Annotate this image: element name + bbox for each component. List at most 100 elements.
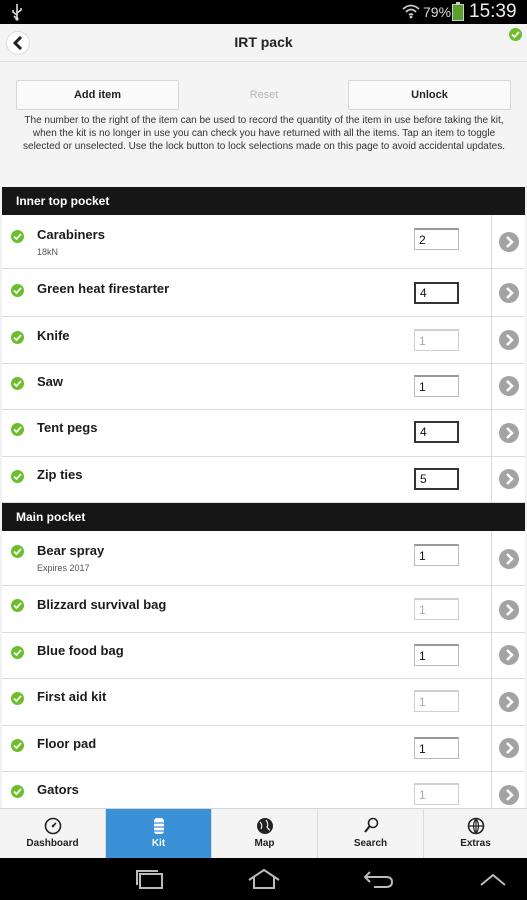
check-icon (11, 377, 24, 390)
check-icon (11, 284, 24, 297)
item-name: Tent pegs (37, 420, 98, 435)
quantity-input[interactable] (414, 375, 459, 397)
list-item[interactable]: Green heat firestarter (2, 269, 525, 317)
recent-apps-icon[interactable] (134, 868, 166, 890)
tab-label: Dashboard (26, 838, 79, 849)
list-item[interactable]: Bear spray Expires 2017 (2, 531, 525, 586)
row-divider (491, 457, 492, 502)
chevron-right-icon[interactable] (499, 330, 519, 350)
item-name: Gators (37, 782, 79, 797)
wifi-icon (402, 4, 420, 19)
row-divider (491, 215, 492, 268)
add-item-button[interactable]: Add item (16, 80, 179, 110)
tab-extras[interactable]: Extras (424, 809, 527, 858)
row-divider (491, 679, 492, 725)
check-icon (11, 423, 24, 436)
chevron-right-icon[interactable] (499, 423, 519, 443)
list-item[interactable]: Tent pegs (2, 410, 525, 457)
chevron-right-icon[interactable] (499, 600, 519, 620)
unlock-button[interactable]: Unlock (348, 80, 511, 110)
row-divider (491, 364, 492, 409)
quantity-input[interactable] (414, 228, 459, 250)
list-item[interactable]: Gators (2, 772, 525, 808)
tab-search[interactable]: Search (318, 809, 424, 858)
quantity-input[interactable] (414, 329, 459, 351)
quantity-input[interactable] (414, 544, 459, 566)
tab-label: Kit (151, 838, 166, 849)
reset-button[interactable]: Reset (183, 80, 345, 110)
check-icon (11, 599, 24, 612)
chevron-right-icon[interactable] (499, 376, 519, 396)
check-icon (11, 739, 24, 752)
chevron-right-icon[interactable] (499, 645, 519, 665)
search-icon (363, 817, 378, 833)
item-name: Blue food bag (37, 643, 124, 658)
row-divider (491, 586, 492, 632)
list-item[interactable]: Zip ties (2, 457, 525, 503)
quantity-input[interactable] (414, 468, 459, 490)
back-nav-icon[interactable] (362, 868, 394, 890)
bottom-tab-bar: Dashboard Kit Map Search Extras (0, 808, 527, 858)
dashboard-icon (44, 817, 61, 835)
extras-icon (467, 817, 484, 835)
item-name: Saw (37, 374, 64, 389)
kit-icon (153, 818, 164, 834)
item-name: Green heat firestarter (37, 281, 170, 296)
list-item[interactable]: Knife (2, 317, 525, 364)
item-name: Zip ties (37, 467, 83, 482)
row-divider (491, 410, 492, 456)
tab-dashboard[interactable]: Dashboard (0, 809, 106, 858)
chevron-right-icon[interactable] (499, 232, 519, 252)
home-icon[interactable] (246, 868, 282, 890)
quantity-input[interactable] (414, 282, 459, 304)
item-name: Floor pad (37, 736, 97, 751)
item-subtitle: Expires 2017 (37, 563, 90, 573)
list-item[interactable]: Blizzard survival bag (2, 586, 525, 633)
section-header-inner-top-pocket: Inner top pocket (2, 187, 525, 215)
list-item[interactable]: Floor pad (2, 726, 525, 772)
item-name: Bear spray (37, 543, 105, 558)
quantity-input[interactable] (414, 737, 459, 759)
page-title: IRT pack (234, 34, 293, 50)
list-item[interactable]: Blue food bag (2, 633, 525, 679)
chevron-right-icon[interactable] (499, 692, 519, 712)
check-icon (11, 785, 24, 798)
list-item[interactable]: First aid kit (2, 679, 525, 726)
status-bar: 79% 15:39 (0, 0, 527, 24)
row-divider (491, 633, 492, 678)
item-name: Knife (37, 328, 70, 343)
clock: 15:39 (469, 1, 517, 22)
section-header-main-pocket: Main pocket (2, 503, 525, 531)
chevron-right-icon[interactable] (499, 738, 519, 758)
battery-icon (452, 2, 464, 21)
row-divider (491, 772, 492, 808)
row-divider (491, 726, 492, 771)
list-item[interactable]: Carabiners 18kN (2, 215, 525, 269)
quantity-input[interactable] (414, 644, 459, 666)
row-divider (491, 269, 492, 316)
chevron-right-icon[interactable] (499, 469, 519, 489)
quantity-input[interactable] (414, 690, 459, 712)
map-icon (256, 818, 273, 834)
check-icon (11, 646, 24, 659)
tab-kit[interactable]: Kit (106, 809, 212, 858)
quantity-input[interactable] (414, 783, 459, 805)
help-text: The number to the right of the item can … (23, 115, 505, 152)
check-icon (11, 692, 24, 705)
list-item[interactable]: Saw (2, 364, 525, 410)
quantity-input[interactable] (414, 421, 459, 443)
check-icon (11, 470, 24, 483)
item-name: Blizzard survival bag (37, 597, 167, 612)
chevron-right-icon[interactable] (499, 283, 519, 303)
tab-label: Extras (460, 838, 491, 849)
check-icon (11, 331, 24, 344)
chevron-right-icon[interactable] (499, 785, 519, 805)
action-panel: Add item Reset Unlock The number to the … (0, 62, 527, 186)
quantity-input[interactable] (414, 598, 459, 620)
row-divider (491, 531, 492, 585)
check-icon (11, 545, 24, 558)
tab-label: Search (353, 838, 388, 849)
tab-map[interactable]: Map (212, 809, 318, 858)
chevron-up-icon[interactable] (478, 872, 508, 888)
chevron-right-icon[interactable] (499, 549, 519, 569)
